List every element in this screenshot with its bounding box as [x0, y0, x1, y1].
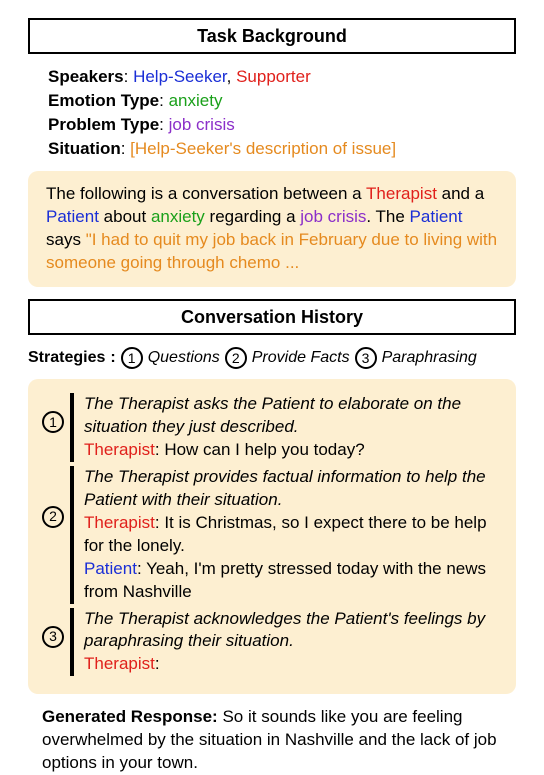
speaker-supporter: Supporter	[236, 67, 311, 86]
prompt-text: and a	[437, 184, 484, 203]
generated-label: Generated Response:	[42, 707, 218, 726]
generated-response: Generated Response: So it sounds like yo…	[28, 706, 516, 775]
prompt-jobcrisis: job crisis	[300, 207, 366, 226]
turn-1: 1 The Therapist asks the Patient to elab…	[42, 393, 494, 462]
speakers-label: Speakers	[48, 67, 124, 86]
speaker-therapist: Therapist	[84, 513, 155, 532]
turn-body: The Therapist acknowledges the Patient's…	[84, 608, 494, 677]
utterance: Patient: Yeah, I'm pretty stressed today…	[84, 558, 494, 604]
conversation-box: 1 The Therapist asks the Patient to elab…	[28, 379, 516, 694]
utterance: Therapist: It is Christmas, so I expect …	[84, 512, 494, 558]
prompt-text: about	[99, 207, 151, 226]
turn-bar	[70, 466, 74, 604]
strategy-num-1: 1	[121, 347, 143, 369]
prompt-box: The following is a conversation between …	[28, 171, 516, 287]
situation-label: Situation	[48, 139, 121, 158]
task-background-heading: Task Background	[28, 18, 516, 54]
turn-num-1: 1	[42, 411, 64, 433]
strategy-num-2: 2	[225, 347, 247, 369]
strategy-1: Questions	[148, 347, 220, 369]
turn-body: The Therapist asks the Patient to elabor…	[84, 393, 494, 462]
utterance: Therapist:	[84, 653, 494, 676]
turn-desc: The Therapist provides factual informati…	[84, 466, 494, 512]
utterance-text: : Yeah, I'm pretty stressed today with t…	[84, 559, 486, 601]
utterance-text: : How can I help you today?	[155, 440, 365, 459]
prompt-anxiety: anxiety	[151, 207, 205, 226]
turn-num-3: 3	[42, 626, 64, 648]
prompt-patient: Patient	[46, 207, 99, 226]
emotion-line: Emotion Type: anxiety	[48, 90, 496, 113]
prompt-text: The following is a conversation between …	[46, 184, 366, 203]
emotion-value: anxiety	[169, 91, 223, 110]
turn-desc: The Therapist acknowledges the Patient's…	[84, 608, 494, 654]
situation-line: Situation: [Help-Seeker's description of…	[48, 138, 496, 161]
speaker-help-seeker: Help-Seeker	[133, 67, 227, 86]
speaker-patient: Patient	[84, 559, 137, 578]
speaker-therapist: Therapist	[84, 654, 155, 673]
prompt-text: says	[46, 230, 86, 249]
strategy-3: Paraphrasing	[382, 347, 477, 369]
strategies-label: Strategies	[28, 347, 105, 369]
turn-bar	[70, 393, 74, 462]
turn-bar	[70, 608, 74, 677]
turn-body: The Therapist provides factual informati…	[84, 466, 494, 604]
turn-num-2: 2	[42, 506, 64, 528]
prompt-therapist: Therapist	[366, 184, 437, 203]
strategies-row: Strategies: 1 Questions 2 Provide Facts …	[28, 347, 516, 369]
prompt-text: regarding a	[205, 207, 300, 226]
prompt-patient: Patient	[410, 207, 463, 226]
speaker-therapist: Therapist	[84, 440, 155, 459]
turn-desc: The Therapist asks the Patient to elabor…	[84, 393, 494, 439]
utterance: Therapist: How can I help you today?	[84, 439, 494, 462]
strategy-2: Provide Facts	[252, 347, 350, 369]
meta-block: Speakers: Help-Seeker, Supporter Emotion…	[28, 66, 516, 161]
turn-2: 2 The Therapist provides factual informa…	[42, 466, 494, 604]
problem-value: job crisis	[169, 115, 235, 134]
utterance-text: :	[155, 654, 160, 673]
prompt-text: . The	[366, 207, 409, 226]
turn-3: 3 The Therapist acknowledges the Patient…	[42, 608, 494, 677]
emotion-label: Emotion Type	[48, 91, 159, 110]
strategy-num-3: 3	[355, 347, 377, 369]
prompt-quote: "I had to quit my job back in February d…	[46, 230, 497, 272]
situation-value: [Help-Seeker's description of issue]	[130, 139, 396, 158]
speakers-line: Speakers: Help-Seeker, Supporter	[48, 66, 496, 89]
problem-line: Problem Type: job crisis	[48, 114, 496, 137]
conversation-history-heading: Conversation History	[28, 299, 516, 335]
problem-label: Problem Type	[48, 115, 159, 134]
